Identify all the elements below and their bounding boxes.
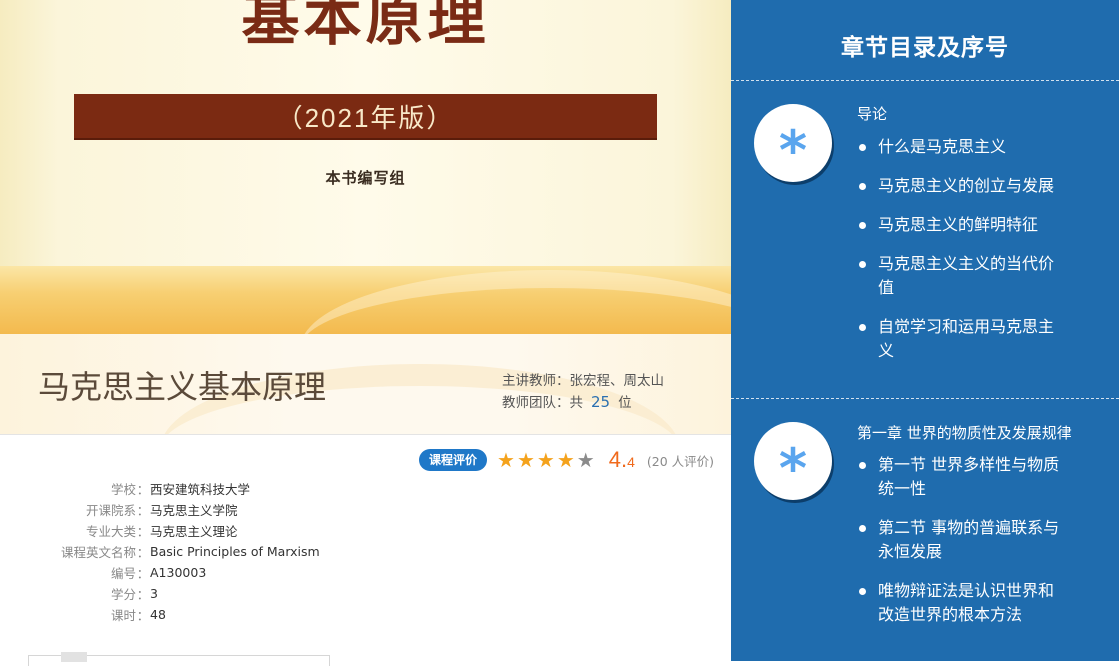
info-label: 学校 — [110, 482, 136, 497]
asterisk-icon: * — [778, 119, 808, 182]
review-count: (20 人评价) — [646, 453, 714, 469]
course-rating: 课程评价 ★ ★ ★ ★ ★ 4.4 (20 人评价) — [419, 447, 714, 473]
chapter-item[interactable]: 马克思主义主义的当代价值 — [857, 252, 1067, 300]
teacher-team-count[interactable]: 25 — [591, 393, 610, 411]
teacher-team-unit: 位 — [618, 395, 632, 411]
info-row-english-name: 课程英文名称： Basic Principles of Marxism — [0, 541, 400, 562]
info-label: 课程英文名称 — [60, 545, 136, 560]
chapter-panel: 章节目录及序号 * 导论 什么是马克思主义 马克思主义的创立与发展 马克思主义的… — [731, 0, 1119, 661]
cover-edition: （2021年版） — [276, 102, 455, 133]
info-colon: ： — [136, 545, 150, 560]
star-icon: ★ — [536, 448, 555, 472]
info-value: 马克思主义学院 — [150, 503, 238, 518]
info-label: 课时 — [110, 608, 136, 623]
info-colon: ： — [136, 482, 150, 497]
chapter-item[interactable]: 第一节 世界多样性与物质统一性 — [857, 453, 1067, 501]
rating-score: 4.4 — [609, 447, 635, 473]
cover-edition-band: （2021年版） — [74, 94, 657, 140]
info-value: A130003 — [150, 565, 207, 580]
star-icon: ★ — [516, 448, 535, 472]
info-colon: ： — [136, 587, 150, 602]
info-row-major: 专业大类：马克思主义理论 — [0, 520, 400, 541]
info-colon: ： — [136, 608, 150, 623]
info-label: 学分 — [110, 587, 136, 602]
section-heading[interactable]: 导论 — [857, 103, 887, 124]
panel-divider — [731, 80, 1119, 81]
info-label: 编号 — [110, 566, 136, 581]
info-row-credits: 学分： 3 — [0, 583, 400, 604]
chapter-item[interactable]: 马克思主义的鲜明特征 — [857, 213, 1067, 237]
info-value: 3 — [150, 586, 158, 601]
info-row-hours: 课时： 48 — [0, 604, 400, 625]
info-value: 马克思主义理论 — [150, 524, 238, 539]
chapter-item[interactable]: 马克思主义的创立与发展 — [857, 174, 1067, 198]
chapter-item[interactable]: 第二节 事物的普遍联系与永恒发展 — [857, 516, 1067, 564]
info-colon: ： — [136, 566, 150, 581]
course-info-list: 学校：西安建筑科技大学 开课院系：马克思主义学院 专业大类：马克思主义理论 课程… — [0, 478, 400, 625]
section-items: 第一节 世界多样性与物质统一性 第二节 事物的普遍联系与永恒发展 唯物辩证法是认… — [857, 453, 1067, 642]
info-colon: ： — [136, 524, 150, 539]
chapter-item[interactable]: 自觉学习和运用马克思主义 — [857, 315, 1067, 363]
info-colon: ： — [136, 503, 150, 518]
section-badge: * — [754, 104, 832, 182]
info-value: 48 — [150, 607, 166, 622]
cover-title: 基本原理 — [241, 0, 490, 53]
lead-teacher-label: 主讲教师： — [502, 373, 570, 389]
lead-teacher: 主讲教师：张宏程、周太山 — [502, 369, 664, 389]
asterisk-icon: * — [778, 437, 808, 500]
teacher-team-label: 教师团队：共 — [502, 395, 583, 411]
book-cover-image: 基本原理 （2021年版） 本书编写组 — [0, 0, 731, 334]
section-heading[interactable]: 第一章 世界的物质性及发展规律 — [857, 422, 1072, 443]
chapter-item[interactable]: 什么是马克思主义 — [857, 135, 1067, 159]
star-icon: ★ — [497, 448, 515, 472]
panel-divider — [731, 398, 1119, 399]
info-value: 西安建筑科技大学 — [150, 482, 251, 497]
rating-score-decimal: 4 — [627, 454, 635, 470]
rating-stars: ★ ★ ★ ★ ★ — [497, 450, 597, 470]
info-label: 专业大类 — [85, 524, 136, 539]
section-badge: * — [754, 422, 832, 500]
lead-teacher-names: 张宏程、周太山 — [569, 373, 665, 389]
info-row-department: 开课院系：马克思主义学院 — [0, 499, 400, 520]
course-rating-button[interactable]: 课程评价 — [419, 449, 488, 471]
info-label: 开课院系 — [85, 503, 136, 518]
cover-author: 本书编写组 — [325, 169, 406, 187]
info-row-code: 编号： A130003 — [0, 562, 400, 583]
course-title-strip: 马克思主义基本原理 主讲教师：张宏程、周太山 教师团队：共 25 位 — [0, 334, 731, 435]
rating-score-main: 4. — [608, 447, 628, 472]
chapter-item[interactable]: 唯物辩证法是认识世界和改造世界的根本方法 — [857, 579, 1067, 627]
chapter-panel-title: 章节目录及序号 — [841, 35, 1009, 61]
teacher-team: 教师团队：共 25 位 — [502, 391, 632, 411]
info-value: Basic Principles of Marxism — [150, 544, 320, 559]
star-icon: ★ — [556, 448, 575, 472]
star-empty-icon: ★ — [576, 448, 595, 472]
course-title: 马克思主义基本原理 — [38, 368, 327, 406]
info-row-school: 学校：西安建筑科技大学 — [0, 478, 400, 499]
section-items: 什么是马克思主义 马克思主义的创立与发展 马克思主义的鲜明特征 马克思主义主义的… — [857, 135, 1067, 378]
